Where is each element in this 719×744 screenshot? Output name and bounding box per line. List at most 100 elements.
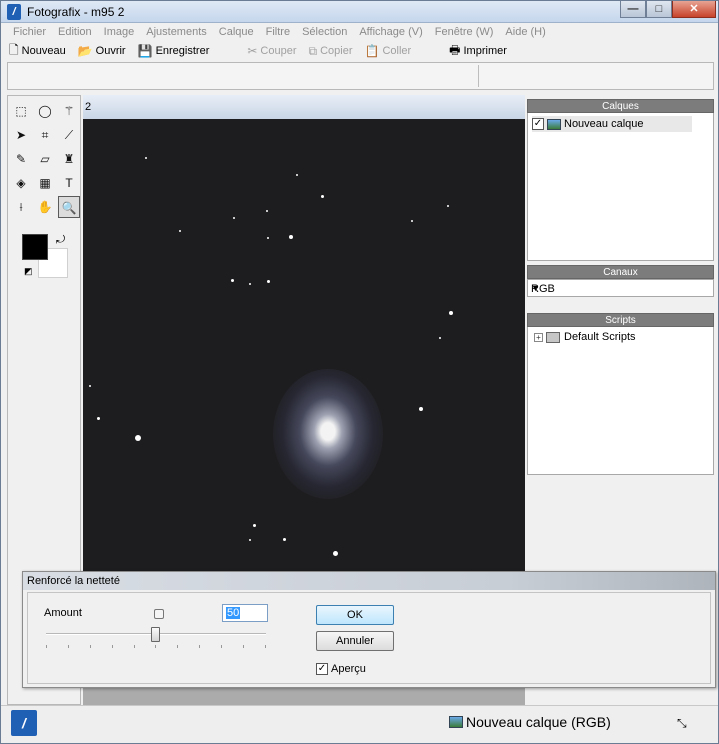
reset-colors-icon[interactable]: ◩ <box>24 266 33 277</box>
paste-button[interactable]: 📋 Coller <box>364 44 411 58</box>
main-toolbar: 🗋 Nouveau 📂 Ouvrir 💾 Enregistrer ✂ Couper ⧉ C… <box>1 41 718 61</box>
menu-ajustements[interactable]: Ajustements <box>140 23 213 41</box>
menu-bar: Fichier Edition Image Ajustements Calque… <box>1 23 718 41</box>
slider-tick <box>243 645 245 648</box>
amount-label: Amount <box>44 607 82 619</box>
paint-bucket-icon[interactable]: ◈ <box>10 172 32 194</box>
maximize-button[interactable]: □ <box>646 1 672 18</box>
preview-option[interactable]: ✓ Aperçu <box>316 663 366 675</box>
star <box>89 385 91 387</box>
document-title-bar[interactable]: 2 <box>83 95 525 119</box>
channels-select[interactable]: RGB ▼ <box>527 279 714 297</box>
scripts-panel-header[interactable]: Scripts <box>527 313 714 327</box>
amount-toggle-button[interactable] <box>154 609 164 619</box>
clone-stamp-icon[interactable]: ♜ <box>58 148 80 170</box>
dialog-title-bar[interactable]: Renforcé la netteté <box>23 572 715 590</box>
menu-fichier[interactable]: Fichier <box>7 23 52 41</box>
move-icon[interactable]: ➤ <box>10 124 32 146</box>
menu-aide[interactable]: Aide (H) <box>499 23 551 41</box>
star <box>321 195 324 198</box>
layer-name: Nouveau calque <box>564 118 644 130</box>
rect-select-icon[interactable]: ⬚ <box>10 100 32 122</box>
star <box>145 157 147 159</box>
sharpen-dialog: Renforcé la netteté Amount 50 OK Annuler… <box>22 571 716 688</box>
ellipse-select-icon[interactable]: ◯ <box>34 100 56 122</box>
menu-image[interactable]: Image <box>98 23 141 41</box>
new-label: Nouveau <box>21 45 66 57</box>
amount-input[interactable]: 50 <box>222 604 268 622</box>
layers-panel-header[interactable]: Calques <box>527 99 714 113</box>
crop-icon[interactable]: ⌗ <box>34 124 56 146</box>
menu-selection[interactable]: Sélection <box>296 23 353 41</box>
open-label: Ouvrir <box>95 45 126 57</box>
close-button[interactable]: ✕ <box>672 1 716 18</box>
slider-tick <box>199 645 201 648</box>
slider-tick <box>221 645 223 648</box>
swap-colors-icon[interactable]: ⤾ <box>56 234 65 247</box>
gradient-icon[interactable]: ▦ <box>34 172 56 194</box>
save-button[interactable]: 💾 Enregistrer <box>138 44 210 58</box>
star <box>97 417 100 420</box>
menu-fenetre[interactable]: Fenêtre (W) <box>429 23 500 41</box>
menu-affichage[interactable]: Affichage (V) <box>353 23 428 41</box>
zoom-icon[interactable]: 🔍 <box>58 196 80 218</box>
star <box>267 237 269 239</box>
preview-checkbox[interactable]: ✓ <box>316 663 328 675</box>
layer-row[interactable]: ✓ Nouveau calque <box>532 116 692 132</box>
resize-grip-icon[interactable]: ⤡ <box>677 716 687 731</box>
scripts-tree-item[interactable]: + Default Scripts <box>534 331 636 343</box>
dialog-content: Amount 50 OK Annuler ✓ Aperçu <box>27 592 711 684</box>
scripts-panel: Scripts + Default Scripts <box>527 313 714 475</box>
scripts-tree: + Default Scripts <box>527 327 714 475</box>
menu-edition[interactable]: Edition <box>52 23 98 41</box>
layers-panel: Calques ✓ Nouveau calque <box>527 99 714 261</box>
slider-tick <box>46 645 47 648</box>
cut-label: Couper <box>260 45 297 57</box>
new-button[interactable]: 🗋 Nouveau <box>9 41 66 62</box>
brush-icon[interactable]: ✎ <box>10 148 32 170</box>
measure-icon[interactable]: ⟋ <box>58 124 80 146</box>
star <box>231 279 234 282</box>
amount-slider-thumb[interactable] <box>151 627 160 642</box>
layer-visibility-checkbox[interactable]: ✓ <box>532 118 544 130</box>
slider-tick <box>67 645 69 648</box>
title-bar[interactable]: / Fotografix - m95 2 — □ ✕ <box>1 1 718 23</box>
status-info: Nouveau calque (RGB) <box>449 714 611 730</box>
layers-list: ✓ Nouveau calque <box>527 113 714 261</box>
open-button[interactable]: 📂 Ouvrir <box>78 44 126 58</box>
paste-icon: 📋 <box>364 44 380 58</box>
astro-image[interactable] <box>83 119 525 595</box>
print-button[interactable]: 🖶 Imprimer <box>449 41 507 62</box>
ok-button[interactable]: OK <box>316 605 394 625</box>
minimize-button[interactable]: — <box>620 1 646 18</box>
cut-button[interactable]: ✂ Couper <box>247 44 296 58</box>
cancel-button[interactable]: Annuler <box>316 631 394 651</box>
slider-tick <box>155 645 157 648</box>
star <box>333 551 338 556</box>
preview-label: Aperçu <box>331 663 366 675</box>
layer-thumbnail-icon <box>547 118 561 130</box>
save-disk-icon: 💾 <box>137 44 153 58</box>
text-tool-icon[interactable]: T <box>58 172 80 194</box>
slider-tick <box>89 645 91 648</box>
star <box>296 174 298 176</box>
eraser-icon[interactable]: ▱ <box>34 148 56 170</box>
status-text: Nouveau calque (RGB) <box>466 714 611 730</box>
menu-filtre[interactable]: Filtre <box>260 23 296 41</box>
app-logo-icon: / <box>11 710 37 736</box>
document-title: 2 <box>85 101 92 113</box>
menu-calque[interactable]: Calque <box>213 23 260 41</box>
star <box>411 220 413 222</box>
channels-panel-header[interactable]: Canaux <box>527 265 714 279</box>
folder-icon <box>546 331 560 343</box>
hand-icon[interactable]: ✋ <box>34 196 56 218</box>
slider-tick <box>264 645 266 648</box>
copy-button[interactable]: ⧉ Copier <box>309 44 353 59</box>
foreground-color-swatch[interactable] <box>22 234 48 260</box>
copy-label: Copier <box>320 45 353 57</box>
eyedropper-icon[interactable]: ⟊ <box>10 196 32 218</box>
app-logo-icon: / <box>7 4 21 20</box>
magic-wand-icon[interactable]: ⚚ <box>58 100 80 122</box>
channels-select-wrap: RGB ▼ <box>527 279 714 299</box>
expand-icon[interactable]: + <box>534 332 543 342</box>
